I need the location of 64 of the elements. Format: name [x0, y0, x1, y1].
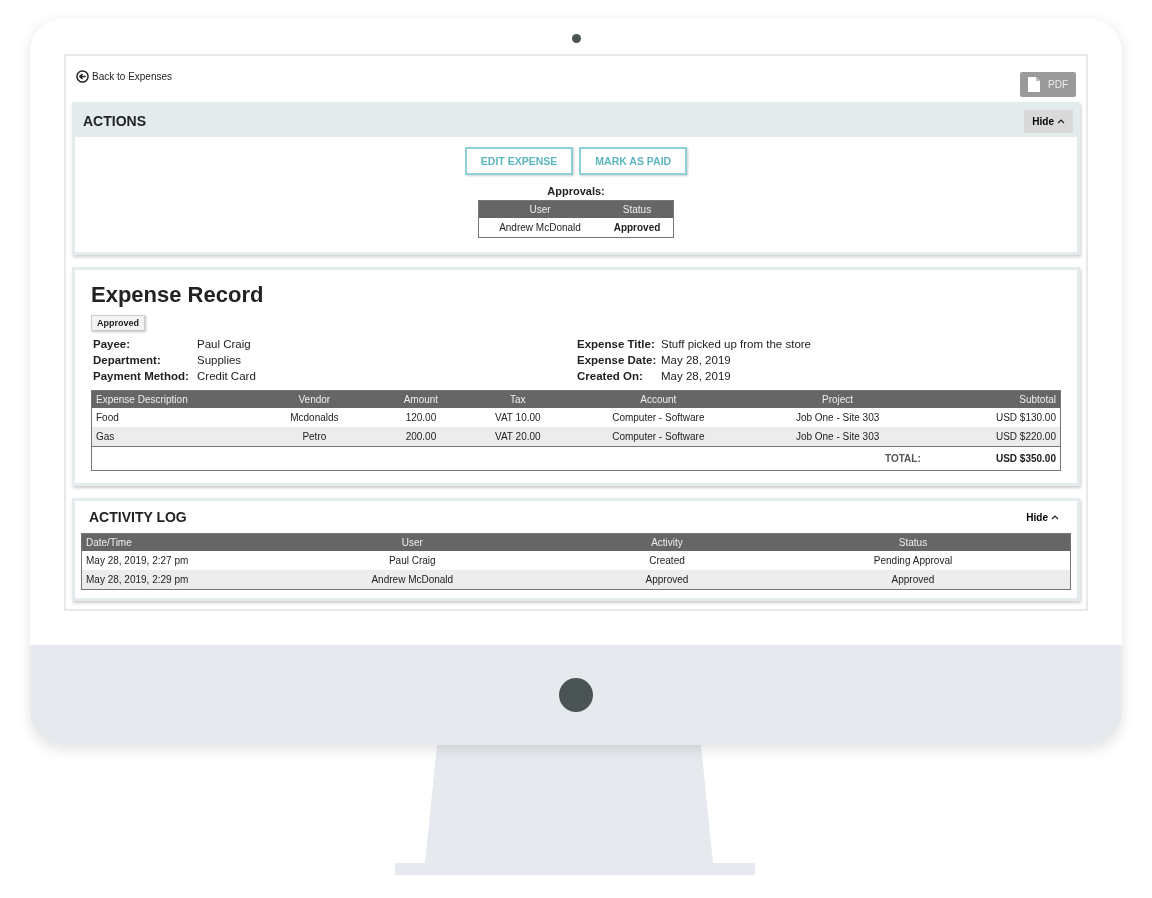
field-value: Supplies — [197, 354, 242, 366]
column-header: Status — [601, 200, 674, 218]
field-label: Department: — [93, 354, 162, 366]
table-cell: Mcdonalds — [256, 408, 373, 427]
table-cell: Job One - Site 303 — [750, 408, 925, 427]
table-cell: Created — [577, 551, 756, 570]
table-cell: Computer - Software — [566, 427, 751, 447]
table-cell: Andrew McDonald — [478, 218, 601, 238]
table-cell: 200.00 — [372, 427, 470, 447]
field-value: Credit Card — [197, 370, 256, 382]
section-title: ACTIVITY LOG — [89, 509, 187, 525]
column-header: Account — [566, 390, 751, 408]
table-cell: Pending Approval — [756, 551, 1071, 570]
column-header: Subtotal — [924, 390, 1061, 408]
caret-icon — [1057, 118, 1065, 124]
camera-dot — [572, 34, 581, 43]
document-icon — [1028, 77, 1040, 92]
table-cell: Food — [91, 408, 257, 427]
field-label: Payment Method: — [93, 370, 190, 382]
field-label: Expense Title: — [577, 338, 656, 350]
field-label: Expense Date: — [577, 354, 658, 366]
back-arrow-icon — [76, 70, 89, 83]
column-header: Date/Time — [81, 533, 247, 551]
table-cell: May 28, 2019, 2:29 pm — [81, 570, 247, 590]
hide-button[interactable]: Hide — [1024, 109, 1073, 133]
table-cell: Petro — [256, 427, 373, 447]
table-cell: Approved — [577, 570, 756, 590]
field-value: May 28, 2019 — [661, 370, 731, 382]
total-label: TOTAL: — [750, 446, 925, 471]
column-header: Expense Description — [91, 390, 257, 408]
field-value: May 28, 2019 — [661, 354, 731, 366]
column-header: Activity — [577, 533, 756, 551]
table-cell: VAT 10.00 — [469, 408, 567, 427]
table-cell: 120.00 — [372, 408, 470, 427]
table-cell: Job One - Site 303 — [750, 427, 925, 447]
caret-icon — [1051, 514, 1059, 520]
column-header: Tax — [469, 390, 567, 408]
table-cell: Gas — [91, 427, 257, 447]
status-badge: Approved — [91, 315, 145, 331]
column-header: Project — [750, 390, 925, 408]
table-cell: USD $130.00 — [924, 408, 1061, 427]
back-link[interactable]: Back to Expenses — [76, 70, 173, 83]
approvals-label: Approvals: — [547, 185, 605, 197]
column-header: Amount — [372, 390, 470, 408]
table-cell: May 28, 2019, 2:27 pm — [81, 551, 247, 570]
column-header: User — [478, 200, 601, 218]
table-cell: Paul Craig — [246, 551, 578, 570]
table-cell: Approved — [756, 570, 1071, 590]
field-label: Payee: — [93, 338, 132, 350]
field-label: Created On: — [577, 370, 644, 382]
field-value: Paul Craig — [197, 338, 251, 350]
column-header: Status — [756, 533, 1071, 551]
table-cell: USD $220.00 — [924, 427, 1061, 447]
total-value: USD $350.00 — [924, 446, 1061, 471]
record-title: Expense Record — [91, 282, 265, 308]
table-cell: VAT 20.00 — [469, 427, 567, 447]
table-cell: Computer - Software — [566, 408, 751, 427]
table-cell: Andrew McDonald — [246, 570, 578, 590]
table-cell: Approved — [601, 218, 674, 238]
hide-button[interactable]: Hide — [1018, 505, 1067, 529]
section-title: ACTIONS — [83, 113, 146, 129]
field-value: Stuff picked up from the store — [661, 338, 811, 350]
column-header: User — [246, 533, 578, 551]
column-header: Vendor — [256, 390, 373, 408]
